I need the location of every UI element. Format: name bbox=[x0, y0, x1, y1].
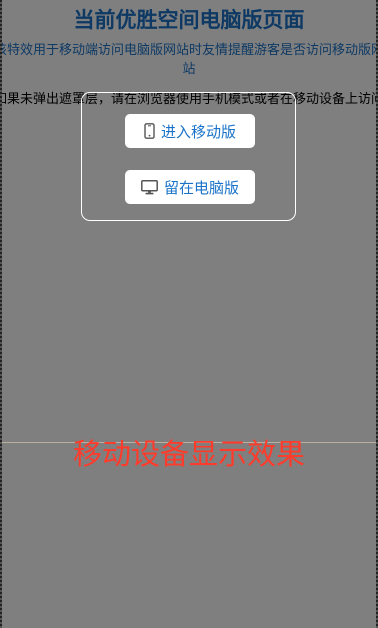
enter-mobile-label: 进入移动版 bbox=[160, 122, 236, 141]
version-choice-dialog: 进入移动版 留在电脑版 bbox=[81, 92, 296, 221]
stay-desktop-label: 留在电脑版 bbox=[163, 178, 239, 197]
mobile-effect-label: 移动设备显示效果 bbox=[72, 437, 305, 471]
stay-desktop-button[interactable]: 留在电脑版 bbox=[125, 170, 255, 204]
mobile-phone-icon bbox=[144, 123, 155, 139]
desktop-monitor-icon bbox=[141, 179, 158, 195]
left-window-edge bbox=[0, 0, 2, 628]
page: 当前优胜空间电脑版页面 该特效用于移动端访问电脑版网站时友情提醒游客是否访问移动… bbox=[0, 0, 378, 628]
enter-mobile-button[interactable]: 进入移动版 bbox=[125, 114, 255, 148]
